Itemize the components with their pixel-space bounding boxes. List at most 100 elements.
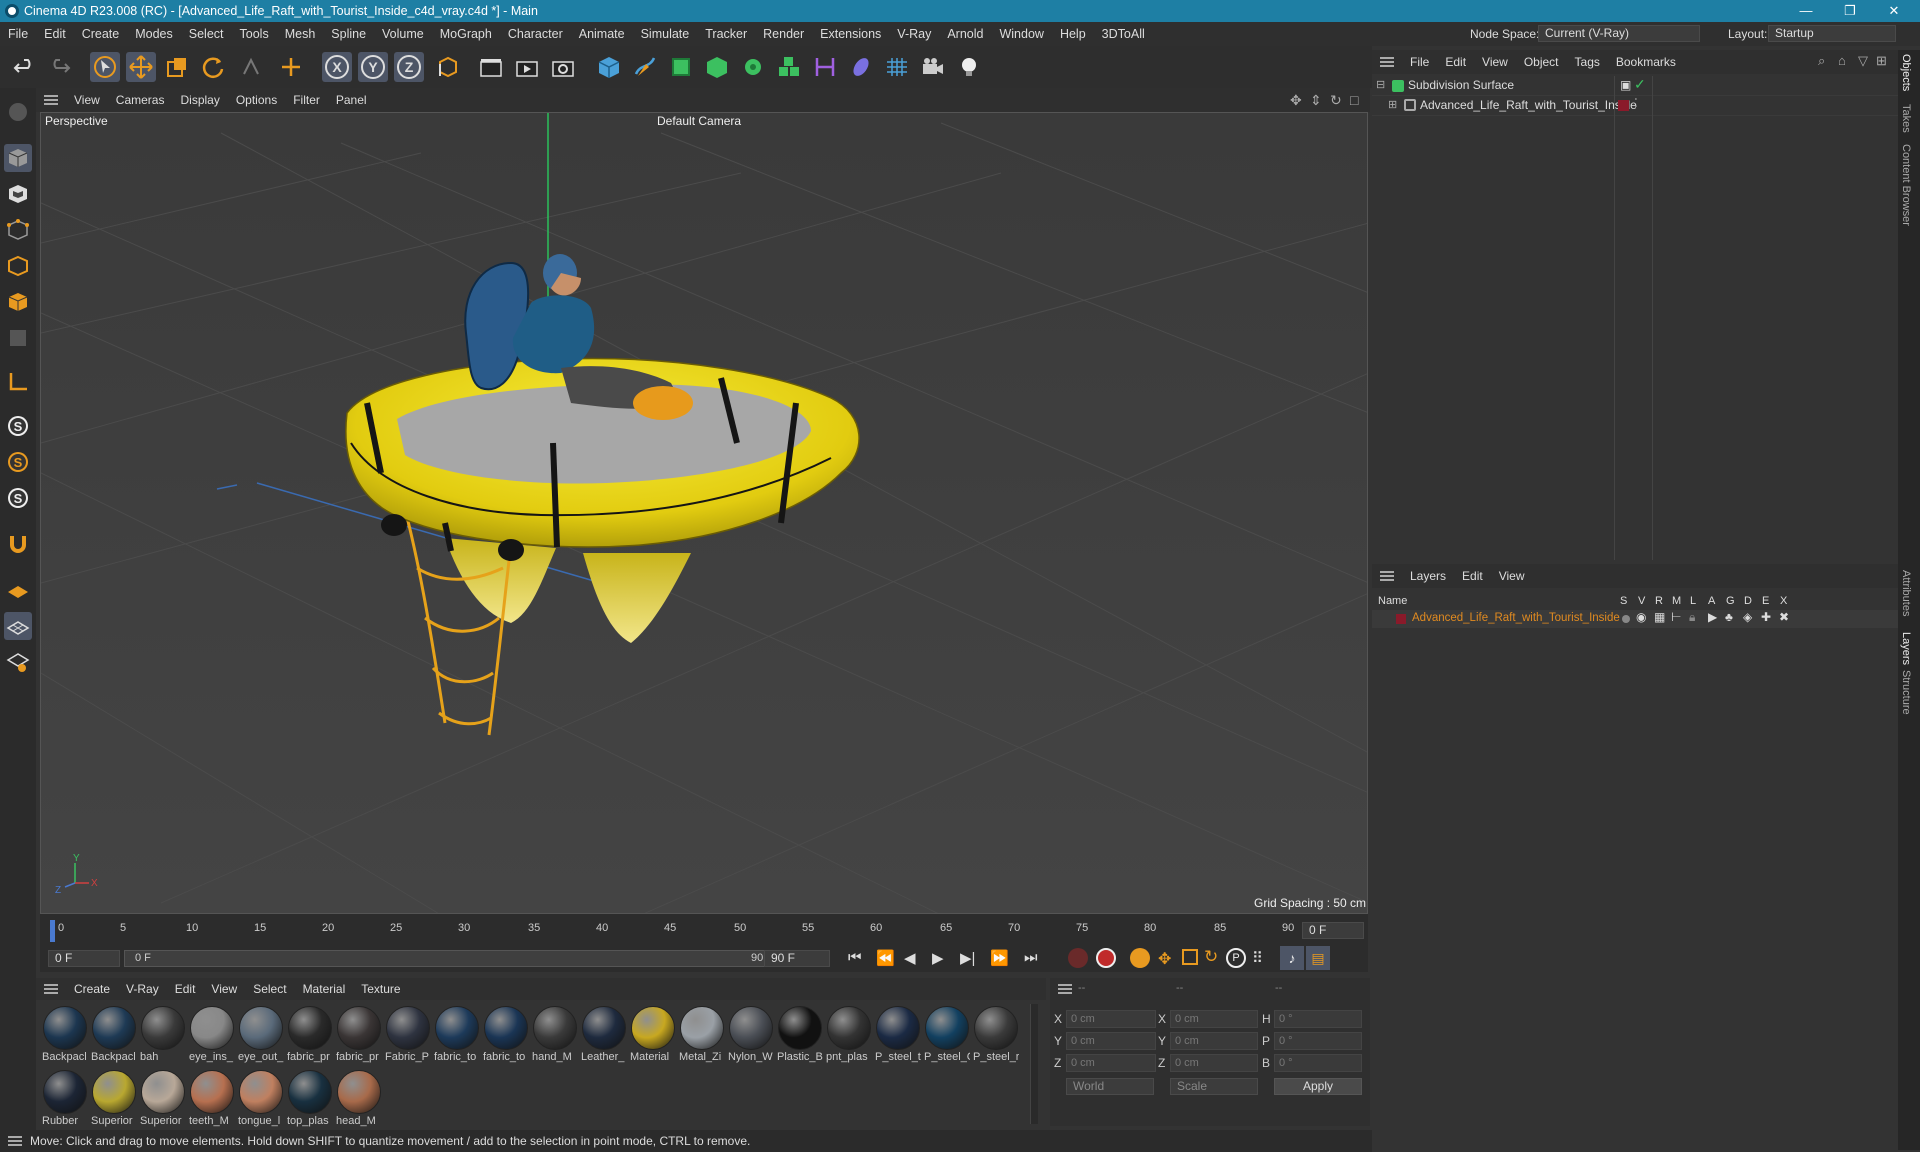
menu-3dtoall[interactable]: 3DToAll [1094,27,1153,41]
next-key-icon[interactable]: ⏩ [990,949,1009,967]
material-swatch[interactable]: Backpacl [91,1004,137,1064]
material-menu-view[interactable]: View [203,982,245,996]
coord-tool-button[interactable] [276,52,306,82]
object-row[interactable]: ⊟ Subdivision Surface ▣ ✓ [1372,76,1898,96]
objects-home-icon[interactable]: ⌂ [1838,53,1846,68]
layer-solo-icon[interactable] [1622,615,1630,623]
tab-attributes[interactable]: Attributes [1900,570,1912,616]
material-swatch[interactable]: hand_M [532,1004,578,1064]
redo-button[interactable] [44,52,74,82]
layer-color-swatch[interactable] [1618,100,1629,111]
material-swatch[interactable]: P_steel_r [973,1004,1019,1064]
material-swatch[interactable]: Metal_Zi [679,1004,725,1064]
record-disabled-icon[interactable] [1068,948,1088,968]
material-swatch[interactable]: Nylon_W [728,1004,774,1064]
light-button[interactable] [954,52,984,82]
material-swatch[interactable]: P_steel_t [875,1004,921,1064]
material-swatch[interactable]: bah [140,1004,186,1064]
material-swatch[interactable]: Plastic_B [777,1004,823,1064]
objects-menu-edit[interactable]: Edit [1437,55,1474,69]
viewport-move-icon[interactable]: ✥ [1290,92,1302,109]
key-param-icon[interactable]: P [1226,948,1246,968]
layer-visible-icon[interactable]: ◉ [1636,610,1646,624]
key-pla-icon[interactable]: ⠿ [1252,949,1263,967]
menu-spline[interactable]: Spline [323,27,374,41]
menu-tools[interactable]: Tools [232,27,277,41]
recent-tool-button[interactable] [236,52,266,82]
field-button[interactable] [846,52,876,82]
render-view-button[interactable] [476,52,506,82]
layer-col-l[interactable]: L [1690,595,1696,607]
current-frame-field[interactable]: 0 F [1302,922,1364,939]
axis-x-toggle[interactable]: X [322,52,352,82]
coordinate-space-select[interactable]: World [1066,1078,1154,1095]
material-menu-material[interactable]: Material [295,982,354,996]
prev-key-icon[interactable]: ⏪ [876,949,895,967]
menu-render[interactable]: Render [755,27,812,41]
material-swatch[interactable]: fabric_pr [287,1004,333,1064]
end-frame-field[interactable]: 90 F [764,950,830,967]
uv-mode-button[interactable] [4,324,32,352]
prev-frame-icon[interactable]: ◀ [904,949,916,967]
timeline-window-icon[interactable]: ▤ [1306,946,1330,970]
layer-col-g[interactable]: G [1726,595,1735,607]
menu-simulate[interactable]: Simulate [633,27,698,41]
timeline-ruler[interactable]: 0 5 10 15 20 25 30 35 40 45 50 55 60 65 … [44,916,1294,946]
material-swatch[interactable]: fabric_pr [336,1004,382,1064]
model-mode-button[interactable] [4,144,32,172]
viewport-menu-options[interactable]: Options [228,93,285,107]
rotation-h-field[interactable]: 0 ° [1274,1010,1362,1028]
menu-tracker[interactable]: Tracker [697,27,755,41]
material-menu-edit[interactable]: Edit [167,982,204,996]
viewport-menu-display[interactable]: Display [172,93,227,107]
menu-select[interactable]: Select [181,27,232,41]
material-swatch[interactable]: pnt_plas [826,1004,872,1064]
layer-row[interactable]: Advanced_Life_Raft_with_Tourist_Inside ◉… [1372,610,1898,628]
locked-workplane-button[interactable] [4,648,32,676]
render-settings-button[interactable] [548,52,578,82]
menu-window[interactable]: Window [991,27,1051,41]
material-swatch[interactable]: P_steel_C [924,1004,970,1064]
size-z-field[interactable]: 0 cm [1170,1054,1258,1072]
visibility-dots-icon[interactable]: ⁚ [1634,96,1638,110]
expand-icon[interactable]: ⊟ [1376,78,1385,91]
layer-generator-icon[interactable]: ♣ [1725,610,1733,624]
layers-menu-edit[interactable]: Edit [1454,569,1491,583]
snap-s1-button[interactable]: S [4,412,32,440]
material-swatch[interactable]: eye_ins_ [189,1004,235,1064]
menu-arnold[interactable]: Arnold [939,27,991,41]
layer-manager-icon[interactable]: ⊢ [1671,610,1681,624]
viewport-scene[interactable] [41,113,1368,914]
material-menu-select[interactable]: Select [245,982,294,996]
objects-menu-file[interactable]: File [1402,55,1437,69]
apply-button[interactable]: Apply [1274,1078,1362,1095]
menu-animate[interactable]: Animate [571,27,633,41]
menu-mograph[interactable]: MoGraph [432,27,500,41]
material-hamburger-icon[interactable] [44,984,58,994]
axis-mode-button[interactable] [4,368,32,396]
cube-button[interactable] [594,52,624,82]
render-picture-viewer-button[interactable] [512,52,542,82]
material-swatch[interactable]: top_plas [287,1068,333,1128]
object-name[interactable]: Advanced_Life_Raft_with_Tourist_Inside [1420,98,1637,112]
object-name[interactable]: Subdivision Surface [1408,78,1514,92]
key-position-icon[interactable]: ✥ [1158,949,1171,969]
timeline-sound-icon[interactable]: ♪ [1280,946,1304,970]
layer-col-d[interactable]: D [1744,595,1752,607]
make-editable-button[interactable] [4,98,32,126]
autokey-icon[interactable] [1096,948,1116,968]
material-scrollbar[interactable] [1030,1004,1038,1124]
material-swatch[interactable]: Superior [140,1068,186,1128]
go-to-end-icon[interactable]: ⏭ [1024,949,1038,966]
material-swatch[interactable]: tongue_l [238,1068,284,1128]
material-swatch[interactable]: Backpacl [42,1004,88,1064]
layer-col-r[interactable]: R [1655,595,1663,607]
menu-edit[interactable]: Edit [36,27,74,41]
cloner-button[interactable] [738,52,768,82]
layer-xref-icon[interactable]: ✖ [1779,610,1789,624]
tab-takes[interactable]: Takes [1900,104,1912,133]
close-button[interactable]: ✕ [1872,0,1916,22]
polygon-mode-button[interactable] [4,288,32,316]
key-rotation-icon[interactable]: ↻ [1204,947,1218,967]
timeline-playhead[interactable] [50,920,55,942]
